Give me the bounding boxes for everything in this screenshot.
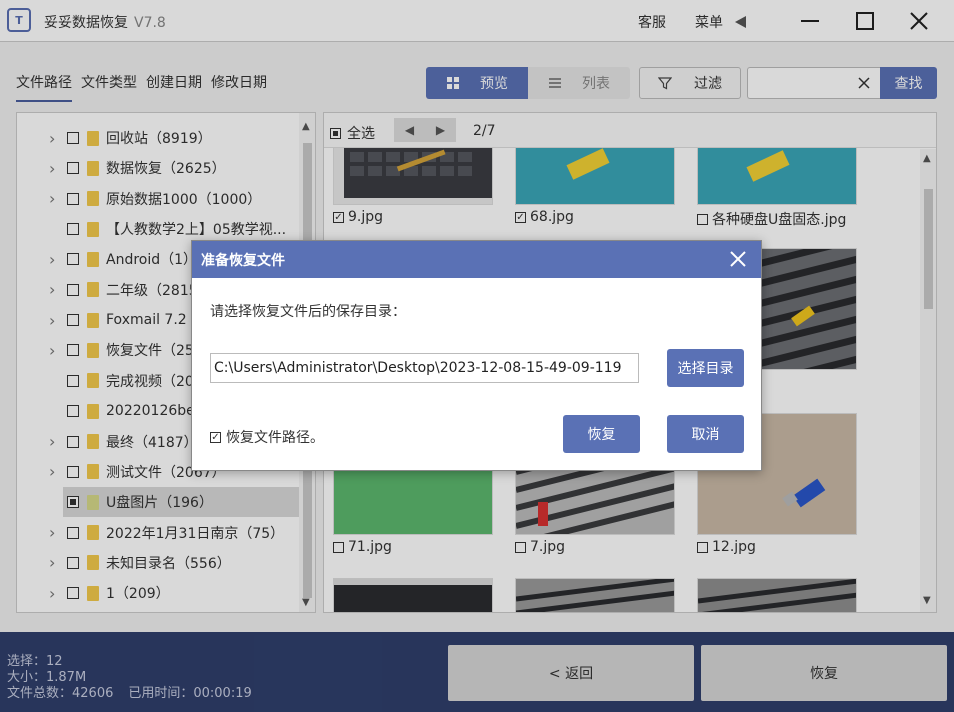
dialog-cancel-button[interactable]: 取消: [667, 415, 744, 453]
choose-directory-button[interactable]: 选择目录: [667, 349, 744, 387]
keep-path-checkbox[interactable]: ✓ 恢复文件路径。: [210, 427, 324, 447]
dialog-header: 准备恢复文件: [192, 241, 761, 278]
close-icon: [730, 251, 746, 267]
dialog-prompt: 请选择恢复文件后的保存目录：: [210, 304, 406, 320]
dialog-close-button[interactable]: [729, 250, 747, 268]
keep-path-box: ✓: [210, 431, 221, 443]
dialog-title: 准备恢复文件: [201, 252, 285, 269]
dialog-recover-button[interactable]: 恢复: [563, 415, 640, 453]
keep-path-label: 恢复文件路径。: [226, 430, 324, 446]
recover-dialog: 准备恢复文件 请选择恢复文件后的保存目录： C:\Users\Administr…: [191, 240, 762, 471]
save-path-field[interactable]: C:\Users\Administrator\Desktop\2023-12-0…: [210, 353, 639, 383]
